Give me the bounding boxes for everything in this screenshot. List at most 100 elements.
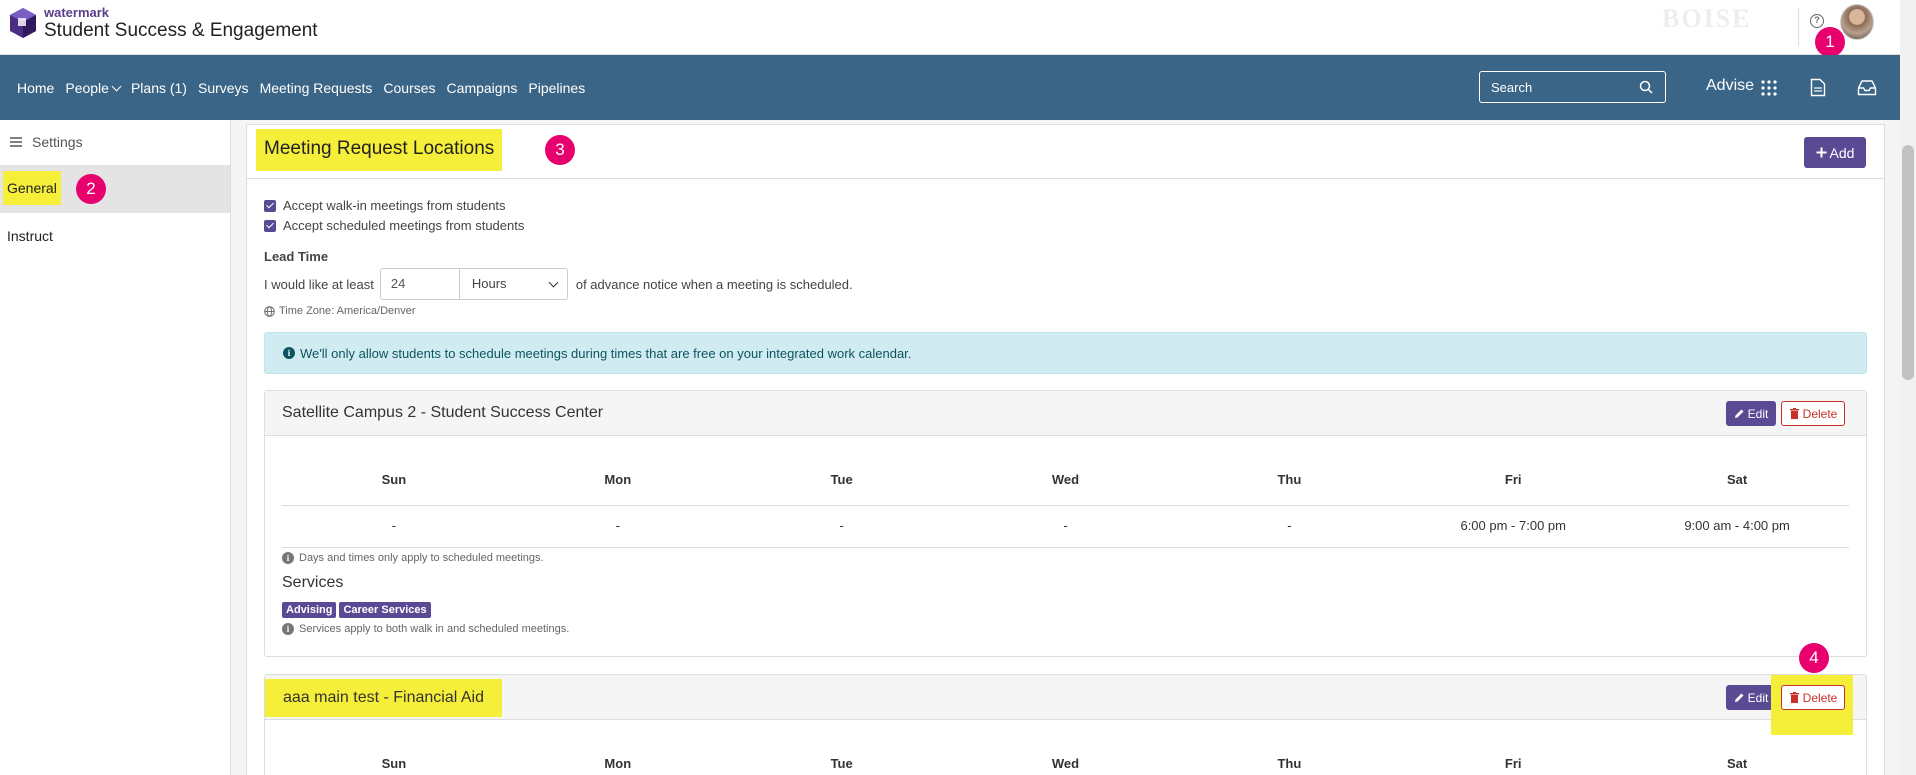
- schedule-hours-row: - - - - - 6:00 pm - 7:00 pm 9:00 am - 4:…: [282, 506, 1849, 548]
- trash-icon: [1789, 408, 1799, 419]
- day-header: Mon: [604, 756, 632, 771]
- lead-time-suffix: of advance notice when a meeting is sche…: [575, 276, 853, 292]
- lead-time-unit-select[interactable]: Hours: [459, 268, 568, 300]
- nav-meeting-requests[interactable]: Meeting Requests: [260, 80, 373, 96]
- delete-button[interactable]: Delete: [1781, 401, 1845, 426]
- delete-button[interactable]: Delete: [1781, 685, 1845, 710]
- page-title: Meeting Request Locations: [256, 129, 503, 171]
- inbox-icon[interactable]: [1857, 79, 1877, 96]
- day-header: Wed: [1051, 756, 1080, 771]
- service-tag: Advising: [282, 602, 337, 618]
- add-location-button[interactable]: Add: [1804, 137, 1866, 168]
- day-header: Thu: [1277, 756, 1302, 771]
- location-card-header: aaa main test - Financial Aid Edit Delet…: [265, 675, 1866, 735]
- service-tag: Career Services: [339, 602, 431, 618]
- day-hours: 9:00 am - 4:00 pm: [1684, 518, 1790, 533]
- nav-home[interactable]: Home: [17, 80, 54, 96]
- add-label: Add: [1829, 144, 1855, 161]
- watermark-logo-icon: [10, 8, 36, 38]
- services-title: Services: [282, 574, 344, 591]
- nav-people[interactable]: People: [65, 80, 122, 96]
- location-card: Satellite Campus 2 - Student Success Cen…: [264, 390, 1867, 657]
- days-note: i Days and times only apply to scheduled…: [282, 552, 544, 564]
- app-grid-icon[interactable]: [1760, 79, 1778, 97]
- info-icon: i: [282, 552, 294, 564]
- edit-label: Edit: [1747, 690, 1769, 705]
- day-header: Sun: [381, 756, 407, 771]
- day-hours: -: [839, 518, 844, 533]
- schedule-table: Sun Mon Tue Wed Thu Fri Sat - - - - - 6:…: [282, 466, 1849, 548]
- help-icon[interactable]: ?: [1810, 14, 1824, 28]
- nav-surveys[interactable]: Surveys: [198, 80, 249, 96]
- user-avatar[interactable]: [1840, 4, 1874, 40]
- location-card-header: Satellite Campus 2 - Student Success Cen…: [265, 391, 1866, 436]
- institution-seal: BOISE: [1662, 4, 1752, 33]
- plus-icon: [1816, 147, 1827, 158]
- location-name: Satellite Campus 2 - Student Success Cen…: [282, 404, 604, 421]
- scrollbar-thumb[interactable]: [1902, 145, 1914, 380]
- sidebar-item-general[interactable]: General: [0, 165, 230, 213]
- edit-button[interactable]: Edit: [1726, 685, 1776, 710]
- nav-courses[interactable]: Courses: [383, 80, 435, 96]
- calendar-info-alert: i We'll only allow students to schedule …: [264, 332, 1867, 374]
- main-nav: Home People Plans (1) Surveys Meeting Re…: [0, 55, 1900, 120]
- globe-icon: [264, 305, 275, 317]
- advise-label[interactable]: Advise: [1706, 77, 1754, 95]
- callout-3: 3: [545, 135, 575, 165]
- schedule-header-row: Sun Mon Tue Wed Thu Fri Sat: [282, 466, 1849, 506]
- divider: [1798, 8, 1799, 46]
- sidebar-header-label: Settings: [32, 134, 83, 150]
- hamburger-menu-icon[interactable]: [10, 137, 22, 147]
- search-placeholder: Search: [1491, 80, 1533, 95]
- nav-plans[interactable]: Plans (1): [131, 80, 187, 96]
- day-header: Wed: [1051, 472, 1080, 487]
- callout-1: 1: [1815, 27, 1845, 57]
- day-hours: -: [1287, 518, 1292, 533]
- sidebar-header[interactable]: Settings: [0, 120, 230, 164]
- info-icon: i: [282, 623, 294, 635]
- scheduled-checkbox-row[interactable]: Accept scheduled meetings from students: [264, 218, 524, 233]
- day-header: Thu: [1277, 472, 1302, 487]
- location-name: aaa main test - Financial Aid: [265, 679, 502, 717]
- services-note: i Services apply to both walk in and sch…: [282, 623, 569, 635]
- day-hours: -: [1063, 518, 1068, 533]
- edit-button[interactable]: Edit: [1726, 401, 1776, 426]
- lead-time-prefix: I would like at least: [264, 276, 374, 292]
- panel-header: Meeting Request Locations Add: [247, 125, 1884, 179]
- lead-time-row: I would like at least 24 Hours of advanc…: [264, 268, 853, 300]
- lead-time-label: Lead Time: [264, 249, 329, 264]
- document-icon[interactable]: [1810, 78, 1826, 97]
- settings-sidebar: Settings General Instruct: [0, 120, 231, 775]
- walkin-checkbox-label: Accept walk-in meetings from students: [283, 198, 506, 213]
- day-hours: -: [391, 518, 397, 533]
- day-header: Tue: [830, 472, 853, 487]
- walkin-checkbox-row[interactable]: Accept walk-in meetings from students: [264, 198, 506, 213]
- lead-time-unit-value: Hours: [471, 276, 507, 291]
- walkin-checkbox[interactable]: [264, 199, 276, 212]
- schedule-header-row: Sun Mon Tue Wed Thu Fri Sat: [282, 750, 1849, 775]
- search-input[interactable]: Search: [1479, 71, 1666, 103]
- sidebar-item-instruct[interactable]: Instruct: [7, 228, 53, 244]
- top-bar: watermark Student Success & Engagement B…: [0, 0, 1900, 55]
- search-icon[interactable]: [1639, 80, 1653, 94]
- schedule-table: Sun Mon Tue Wed Thu Fri Sat: [282, 750, 1849, 775]
- app-logo[interactable]: watermark Student Success & Engagement: [8, 6, 318, 40]
- lead-time-input[interactable]: 24: [379, 268, 460, 300]
- info-icon: i: [283, 347, 295, 359]
- services-note-text: Services apply to both walk in and sched…: [299, 623, 570, 635]
- app-title: Student Success & Engagement: [44, 20, 318, 41]
- alert-text: We'll only allow students to schedule me…: [300, 345, 912, 361]
- scheduled-checkbox[interactable]: [264, 219, 276, 232]
- trash-icon: [1789, 692, 1799, 703]
- location-card: aaa main test - Financial Aid Edit Delet…: [264, 674, 1867, 775]
- nav-pipelines[interactable]: Pipelines: [528, 80, 585, 96]
- page-scrollbar[interactable]: [1900, 0, 1916, 775]
- sidebar-item-general-label: General: [3, 171, 61, 205]
- logo-brand-text: watermark: [44, 5, 110, 20]
- day-hours: 6:00 pm - 7:00 pm: [1460, 518, 1566, 533]
- nav-campaigns[interactable]: Campaigns: [447, 80, 518, 96]
- callout-2: 2: [76, 174, 106, 204]
- day-header: Fri: [1504, 472, 1522, 487]
- day-header: Tue: [830, 756, 853, 771]
- chevron-down-icon: [111, 81, 122, 91]
